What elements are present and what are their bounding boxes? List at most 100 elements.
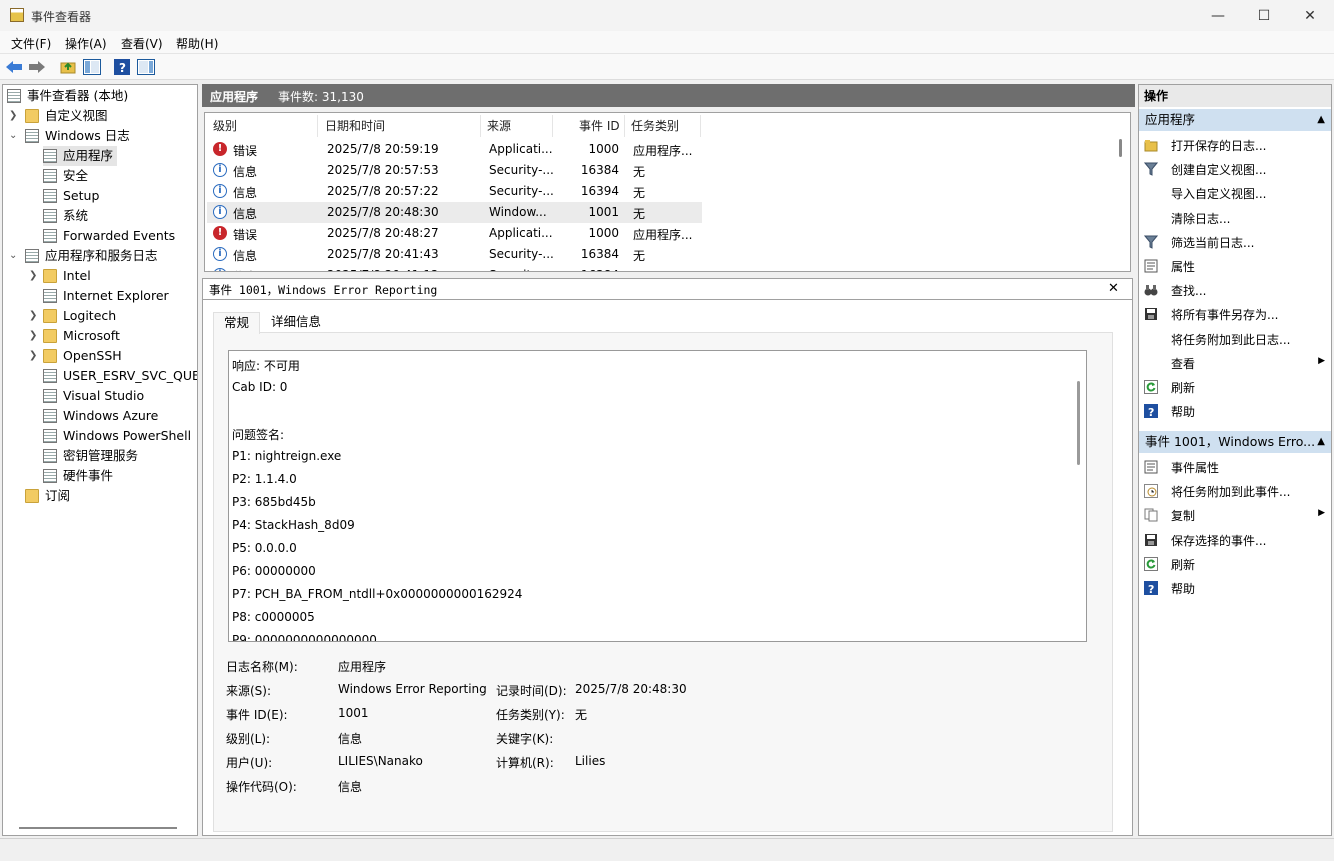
actions-section-event[interactable]: 事件 1001，Windows Erro... ▲ (1139, 431, 1331, 453)
menu-file[interactable]: 文件(F) (11, 35, 51, 52)
back-arrow-icon[interactable] (4, 57, 24, 77)
tab-general[interactable]: 常规 (213, 312, 261, 334)
action-item[interactable]: 清除日志... (1139, 207, 1331, 229)
show-hide-tree-icon[interactable] (82, 57, 102, 77)
help-icon[interactable]: ? (112, 57, 132, 77)
action-item[interactable]: 导入自定义视图... (1139, 182, 1331, 204)
action-item[interactable]: 将所有事件另存为... (1139, 303, 1331, 325)
table-row[interactable]: ! 错误 2025/7/8 20:59:19 Applicati... 1000 应用程序… (207, 139, 702, 160)
chevron-right-icon[interactable]: ❯ (29, 270, 37, 281)
action-item[interactable]: 筛选当前日志... (1139, 231, 1331, 253)
row-level: 信息 (233, 165, 258, 179)
forward-arrow-icon[interactable] (27, 57, 47, 77)
log-icon (43, 429, 57, 443)
action-label: 查看 (1171, 356, 1196, 371)
folder-icon (25, 109, 39, 123)
log-icon (43, 409, 57, 423)
minimize-button[interactable]: — (1195, 0, 1241, 31)
center-pane: 应用程序 事件数: 31,130 级别 日期和时间 来源 事件 ID 任务类别 … (202, 84, 1135, 836)
collapse-up-icon[interactable]: ▲ (1317, 431, 1325, 453)
action-item[interactable]: 创建自定义视图... (1139, 158, 1331, 180)
column-header-datetime[interactable]: 日期和时间 (325, 117, 385, 134)
action-item[interactable]: 属性 (1139, 255, 1331, 277)
save-icon (1144, 307, 1158, 321)
logged-label: 记录时间(D): (496, 684, 567, 698)
close-detail-button[interactable]: ✕ (1108, 281, 1119, 296)
log-header: 应用程序 事件数: 31,130 (202, 84, 1135, 107)
action-item[interactable]: ? 帮助 (1139, 400, 1331, 422)
action-label: 创建自定义视图... (1171, 163, 1267, 178)
status-bar (0, 838, 1334, 861)
collapse-up-icon[interactable]: ▲ (1317, 109, 1325, 131)
chevron-down-icon[interactable]: ⌄ (9, 130, 17, 141)
row-task-category: 无 (633, 165, 646, 179)
column-header-source[interactable]: 来源 (487, 117, 511, 134)
tree-item-application[interactable]: 应用程序 (43, 146, 117, 166)
folder-up-icon[interactable] (58, 57, 78, 77)
chevron-right-icon[interactable]: ❯ (9, 110, 17, 121)
submenu-arrow-icon: ▶ (1318, 508, 1325, 519)
column-header-task-category[interactable]: 任务类别 (631, 117, 679, 134)
level-label: 级别(L): (226, 732, 271, 746)
action-item[interactable]: 刷新 (1139, 553, 1331, 575)
task-clock-icon (1144, 484, 1158, 499)
chevron-right-icon[interactable]: ❯ (29, 330, 37, 341)
action-item[interactable]: 复制 ▶ (1139, 504, 1331, 526)
chevron-right-icon[interactable]: ❯ (29, 350, 37, 361)
properties-icon (1144, 259, 1158, 273)
chevron-right-icon[interactable]: ❯ (29, 310, 37, 321)
column-header-level[interactable]: 级别 (213, 117, 237, 134)
computer-value: Lilies (575, 754, 606, 768)
table-row[interactable]: i 信息 2025/7/8 20:57:53 Security-... 16384 无 (207, 160, 702, 181)
maximize-button[interactable]: ☐ (1241, 0, 1287, 31)
tree-horizontal-scrollbar[interactable] (19, 827, 177, 829)
table-row[interactable]: i 信息 2025/7/8 20:48:30 Window... 1001 无 (207, 202, 702, 223)
action-label: 事件属性 (1171, 461, 1220, 475)
info-icon: i (213, 163, 227, 177)
close-window-button[interactable]: ✕ (1287, 0, 1333, 31)
column-header-event-id[interactable]: 事件 ID (579, 117, 620, 134)
row-level: 信息 (233, 268, 257, 271)
action-item[interactable]: ? 帮助 (1139, 577, 1331, 599)
menu-help[interactable]: 帮助(H) (176, 35, 218, 52)
action-item[interactable]: 将任务附加到此事件... (1139, 480, 1331, 502)
source-label: 来源(S): (226, 684, 272, 698)
title-bar: 事件查看器 — ☐ ✕ (0, 0, 1334, 31)
action-item[interactable]: 查找... (1139, 279, 1331, 301)
log-name-label: 日志名称(M): (226, 660, 298, 674)
actions-section-log-title: 应用程序 (1145, 112, 1196, 127)
table-row[interactable]: i 信息 2025/7/8 20:41:43 Security-... 16384 无 (207, 244, 702, 265)
show-hide-action-icon[interactable] (136, 57, 156, 77)
description-line: P4: StackHash_8d09 (232, 518, 355, 532)
row-source: Security-... (489, 247, 554, 261)
description-line: P9: 0000000000000000 (232, 633, 377, 642)
action-item[interactable]: 保存选择的事件... (1139, 529, 1331, 551)
task-category-value: 无 (575, 708, 588, 722)
level-value: 信息 (338, 732, 363, 746)
log-icon (43, 389, 57, 403)
action-item[interactable]: 查看 ▶ (1139, 352, 1331, 374)
action-item[interactable]: 事件属性 (1139, 456, 1331, 478)
description-scrollbar-thumb[interactable] (1077, 381, 1080, 465)
menu-view[interactable]: 查看(V) (121, 35, 163, 52)
event-description-text[interactable]: 响应: 不可用 Cab ID: 0 问题签名: P1: nightreign.exe P… (228, 350, 1087, 642)
action-item[interactable]: 刷新 (1139, 376, 1331, 398)
list-scrollbar-thumb[interactable] (1119, 139, 1122, 157)
action-label: 筛选当前日志... (1171, 235, 1255, 250)
chevron-down-icon[interactable]: ⌄ (9, 250, 17, 261)
actions-pane: 操作 应用程序 ▲ 打开保存的日志... 创建自定义视图... 导入自定义视图...… (1138, 84, 1332, 836)
actions-section-log[interactable]: 应用程序 ▲ (1139, 109, 1331, 131)
table-row[interactable]: i 信息 2025/7/8 20:41:12 Security-... 16384 无 (207, 265, 702, 271)
log-icon (43, 229, 57, 243)
computer-label: 计算机(R): (496, 756, 554, 770)
row-event-id: 16394 (580, 184, 619, 198)
log-name-value: 应用程序 (338, 660, 387, 674)
tab-details[interactable]: 详细信息 (261, 312, 331, 334)
row-datetime: 2025/7/8 20:41:43 (327, 247, 439, 261)
table-row[interactable]: ! 错误 2025/7/8 20:48:27 Applicati... 1000 应用程序… (207, 223, 702, 244)
menu-action[interactable]: 操作(A) (65, 35, 107, 52)
table-row[interactable]: i 信息 2025/7/8 20:57:22 Security-... 16394 无 (207, 181, 702, 202)
action-item[interactable]: 打开保存的日志... (1139, 134, 1331, 156)
log-icon (43, 189, 57, 203)
action-item[interactable]: 将任务附加到此日志... (1139, 328, 1331, 350)
